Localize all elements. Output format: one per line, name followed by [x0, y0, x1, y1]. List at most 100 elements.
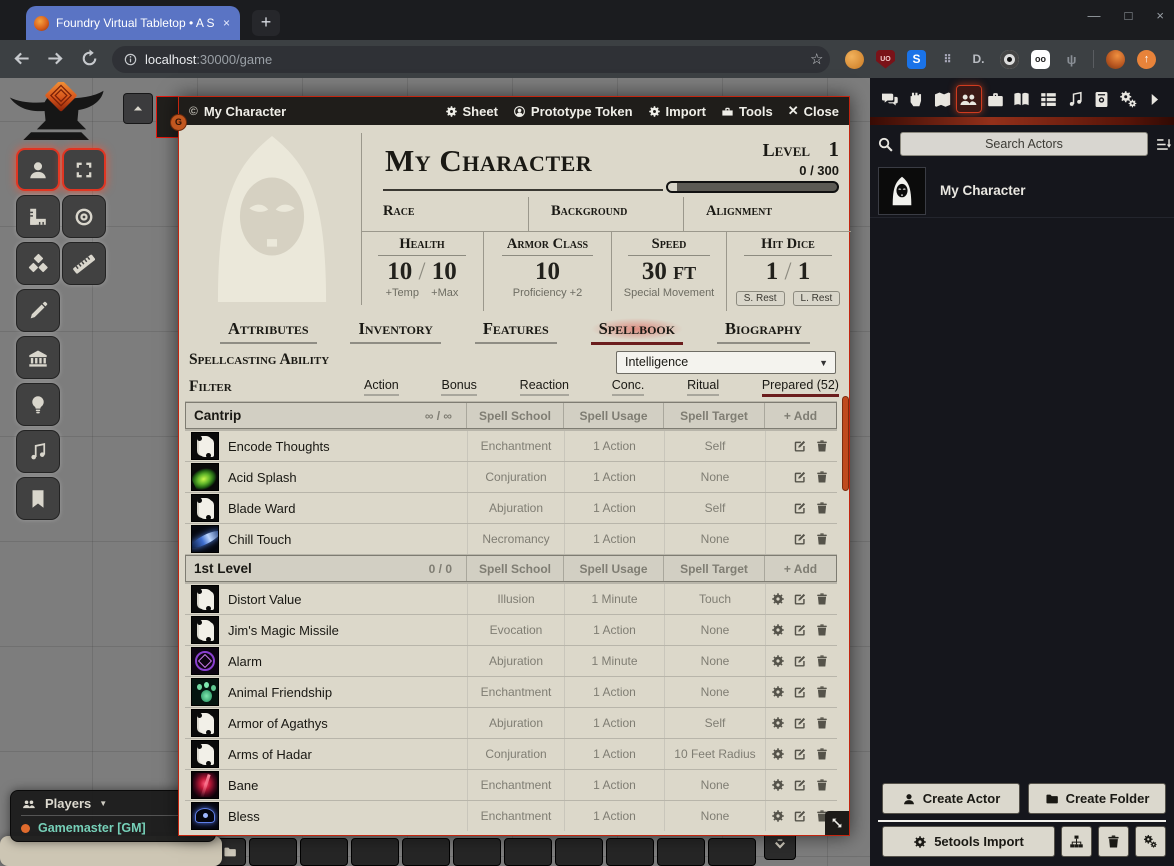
filter-action[interactable]: Action — [364, 378, 399, 397]
macro-slot[interactable] — [351, 838, 399, 866]
animal-friendship-spell-icon[interactable] — [191, 678, 219, 706]
scroll-spell-icon[interactable] — [191, 494, 219, 522]
create-actor-button[interactable]: Create Actor — [882, 783, 1020, 814]
short-rest-button[interactable]: S. Rest — [736, 291, 785, 306]
actor-avatar[interactable] — [878, 167, 926, 215]
gear-icon[interactable] — [771, 716, 785, 730]
macro-slot[interactable] — [453, 838, 501, 866]
actor-list-item[interactable]: My Character — [870, 164, 1174, 218]
bless-spell-icon[interactable] — [191, 802, 219, 830]
gear-icon[interactable] — [771, 809, 785, 823]
spell-name[interactable]: Alarm — [219, 654, 262, 669]
macro-slot[interactable] — [402, 838, 450, 866]
sort-icon[interactable] — [1155, 136, 1172, 153]
new-tab-button[interactable]: + — [252, 10, 280, 36]
gear-icon[interactable] — [771, 654, 785, 668]
journal-tab-icon[interactable] — [1009, 85, 1035, 113]
alignment-field[interactable]: Alignment — [683, 197, 849, 231]
scroll-spell-icon[interactable] — [191, 740, 219, 768]
delete-icon[interactable] — [815, 470, 829, 484]
gear-icon[interactable] — [771, 592, 785, 606]
lighting-tools-icon[interactable] — [16, 383, 60, 426]
macro-slot[interactable] — [606, 838, 654, 866]
tab-inventory[interactable]: Inventory — [350, 316, 440, 344]
minimize-button[interactable]: — — [1088, 8, 1101, 23]
special-movement-label[interactable]: Special Movement — [612, 287, 726, 299]
gear-icon[interactable] — [771, 685, 785, 699]
resize-handle-icon[interactable] — [825, 811, 849, 835]
spell-name[interactable]: Acid Splash — [219, 470, 297, 485]
tab-spellbook[interactable]: Spellbook — [591, 316, 684, 345]
browser-tab[interactable]: Foundry Virtual Tabletop • A Stan × — [26, 6, 240, 40]
token-controls-icon[interactable] — [16, 148, 60, 191]
delete-icon[interactable] — [815, 654, 829, 668]
bane-spell-icon[interactable] — [191, 771, 219, 799]
tab-features[interactable]: Features — [475, 316, 557, 344]
macro-slot[interactable] — [555, 838, 603, 866]
items-tab-icon[interactable] — [982, 85, 1008, 113]
maximize-button[interactable]: □ — [1125, 8, 1133, 23]
d-extension-icon[interactable]: D. — [969, 50, 988, 69]
delete-icon[interactable] — [815, 623, 829, 637]
filter-prepared-52-[interactable]: Prepared (52) — [762, 378, 839, 397]
5etools-import-button[interactable]: 5etools Import — [882, 826, 1055, 857]
chill-touch-spell-icon[interactable] — [191, 525, 219, 553]
eye-extension-icon[interactable] — [1000, 50, 1019, 69]
alarm-spell-icon[interactable] — [191, 647, 219, 675]
hp-current[interactable]: 10 — [387, 258, 412, 285]
address-bar[interactable]: localhost:30000/game — [112, 46, 830, 73]
spellcasting-ability-select[interactable]: Intelligence ▼ — [616, 351, 836, 374]
s-extension-icon[interactable]: S — [907, 50, 926, 69]
nav-collapse-button[interactable] — [123, 93, 153, 124]
delete-icon[interactable] — [815, 501, 829, 515]
spell-name[interactable]: Bless — [219, 809, 260, 824]
sounds-tool-icon[interactable] — [16, 430, 60, 473]
edit-icon[interactable] — [793, 501, 807, 515]
playlists-tab-icon[interactable] — [1062, 85, 1088, 113]
back-icon[interactable] — [10, 47, 34, 71]
level-value[interactable]: 1 — [829, 137, 840, 161]
drawing-tools-icon[interactable] — [16, 289, 60, 332]
gear-icon[interactable] — [771, 747, 785, 761]
edit-icon[interactable] — [793, 470, 807, 484]
spell-name[interactable]: Bane — [219, 778, 258, 793]
tiles-tool-icon[interactable] — [16, 336, 60, 379]
import-button[interactable]: Import — [648, 104, 706, 119]
background-field[interactable]: Background — [528, 197, 683, 231]
spell-name[interactable]: Arms of Hadar — [219, 747, 312, 762]
add-spell-button[interactable]: + Add — [764, 556, 836, 581]
compendium-tab-icon[interactable] — [1089, 85, 1115, 113]
delete-icon[interactable] — [815, 685, 829, 699]
target-tool-icon[interactable] — [62, 195, 106, 238]
macro-slot[interactable] — [708, 838, 756, 866]
fork-extension-icon[interactable]: ψ — [1062, 50, 1081, 69]
speed-value[interactable]: 30 ft — [612, 258, 726, 286]
edit-icon[interactable] — [793, 654, 807, 668]
spell-name[interactable]: Encode Thoughts — [219, 439, 330, 454]
prototype-token-button[interactable]: Prototype Token — [513, 104, 633, 119]
long-rest-button[interactable]: L. Rest — [793, 291, 841, 306]
hp-max[interactable]: 10 — [432, 258, 457, 285]
macro-slot[interactable] — [657, 838, 705, 866]
trash-button[interactable] — [1098, 826, 1129, 857]
edit-icon[interactable] — [793, 532, 807, 546]
sheet-button[interactable]: Sheet — [445, 104, 498, 119]
chat-tab-icon[interactable] — [876, 85, 902, 113]
sitemap-button[interactable] — [1061, 826, 1092, 857]
spell-name[interactable]: Armor of Agathys — [219, 716, 328, 731]
document-link-icon[interactable]: © — [189, 104, 198, 118]
macro-slot[interactable] — [504, 838, 552, 866]
filter-ritual[interactable]: Ritual — [687, 378, 719, 397]
ac-value[interactable]: 10 — [484, 258, 611, 286]
filter-reaction[interactable]: Reaction — [520, 378, 569, 397]
edit-icon[interactable] — [793, 685, 807, 699]
spell-name[interactable]: Animal Friendship — [219, 685, 332, 700]
spell-name[interactable]: Distort Value — [219, 592, 301, 607]
forward-icon[interactable] — [44, 47, 68, 71]
scroll-spell-icon[interactable] — [191, 585, 219, 613]
tab-attributes[interactable]: Attributes — [220, 316, 317, 344]
delete-icon[interactable] — [815, 592, 829, 606]
scroll-spell-icon[interactable] — [191, 432, 219, 460]
delete-icon[interactable] — [815, 439, 829, 453]
close-button[interactable]: ✕Close — [788, 103, 839, 119]
